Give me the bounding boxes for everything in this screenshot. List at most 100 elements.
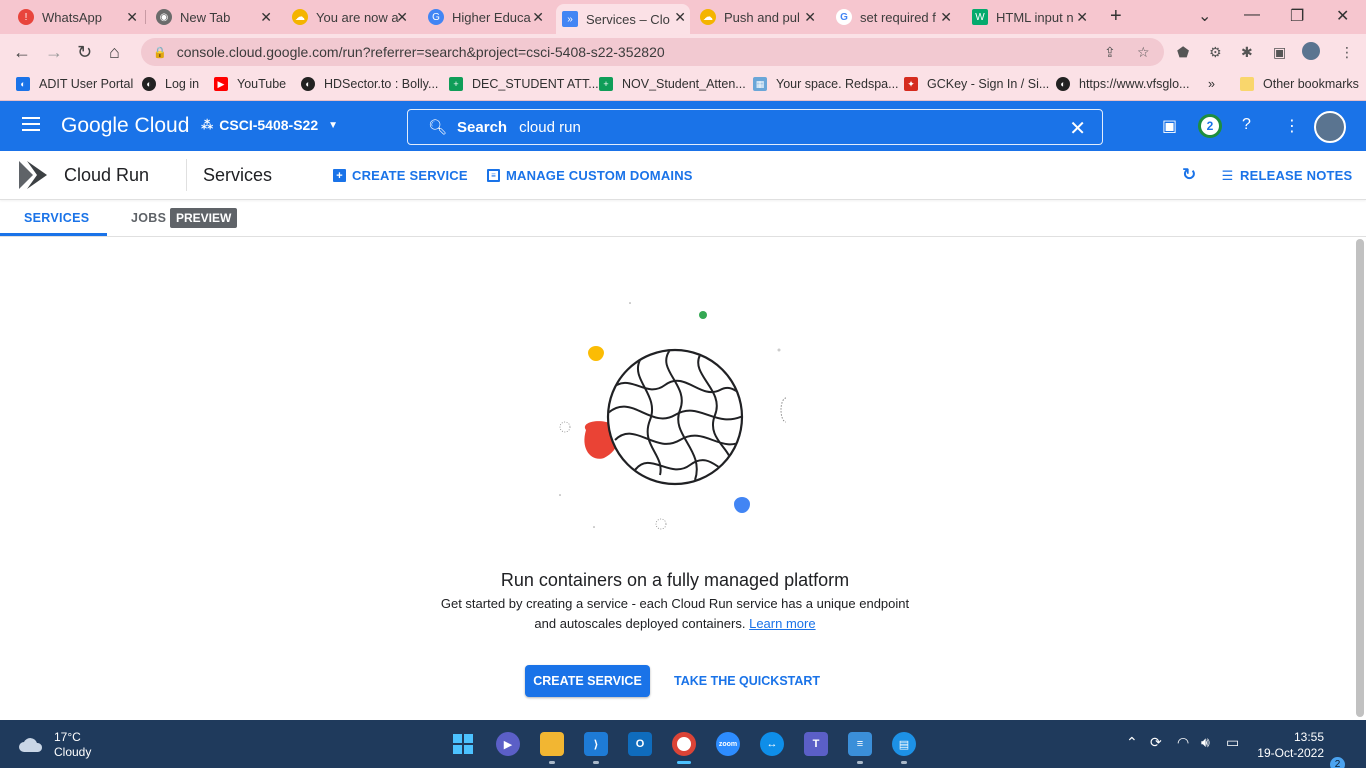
create-service-button[interactable]: CREATE SERVICE (525, 665, 650, 697)
chevron-up-icon[interactable]: ⌃ (1126, 734, 1138, 751)
cloud-shell-icon[interactable]: ▣ (1162, 116, 1177, 136)
cloud-icon (19, 738, 43, 752)
back-icon[interactable]: ← (13, 42, 31, 63)
learn-more-link[interactable]: Learn more (749, 616, 815, 631)
bookmark-hdsector[interactable]: ◐ HDSector.to : Bolly... (301, 77, 438, 91)
create-service-toolbar-button[interactable]: + CREATE SERVICE (333, 168, 468, 183)
minimize-icon[interactable]: — (1244, 6, 1260, 24)
google-icon: G (836, 9, 852, 25)
tab-services[interactable]: SERVICES (24, 211, 89, 225)
teams-chat-icon[interactable]: ▶ (496, 732, 520, 756)
close-tab-icon[interactable]: ✕ (126, 9, 138, 26)
lock-icon[interactable]: 🔒 (153, 46, 167, 59)
browser-tab-services-active[interactable]: » Services – Clo ✕ (556, 4, 690, 34)
windows-start-icon[interactable] (451, 732, 475, 756)
browser-tab-cloud-1[interactable]: ☁ You are now a ✕ (286, 4, 412, 30)
help-icon[interactable]: ? (1242, 116, 1251, 134)
battery-icon[interactable]: ▭ (1226, 734, 1239, 751)
chrome-menu-icon[interactable]: ⋮ (1340, 44, 1354, 61)
volume-icon[interactable]: 🔊︎ (1201, 734, 1210, 751)
hamburger-menu-icon[interactable] (22, 117, 40, 131)
weather-widget[interactable]: 17°C Cloudy (18, 730, 91, 760)
address-bar[interactable]: 🔒 console.cloud.google.com/run?referrer=… (141, 38, 1164, 66)
bookmark-adit[interactable]: ◐ ADIT User Portal (16, 77, 133, 91)
clock[interactable]: 13:55 19-Oct-2022 (1257, 729, 1324, 761)
search-input[interactable]: 🔍︎ Search cloud run ✕ (407, 109, 1103, 145)
tab-title: Services – Clo (586, 11, 670, 27)
browser-tab-new-tab[interactable]: ◉ New Tab ✕ (150, 4, 276, 30)
puzzle-icon[interactable]: ✱ (1241, 44, 1253, 61)
bookmarks-overflow[interactable]: » (1208, 77, 1215, 91)
bookmark-star-icon[interactable]: ☆ (1137, 44, 1150, 61)
globe-icon: ◐ (142, 77, 156, 91)
bookmark-label: Your space. Redspa... (776, 77, 899, 91)
more-options-icon[interactable]: ⋮ (1284, 116, 1300, 136)
home-icon[interactable]: ⌂ (109, 42, 120, 63)
tab-jobs[interactable]: JOBS (131, 211, 166, 225)
time: 13:55 (1293, 730, 1324, 744)
docker-icon[interactable]: ▤ (892, 732, 916, 756)
refresh-icon[interactable]: ↻ (1182, 165, 1196, 185)
bookmark-redspace[interactable]: ▦ Your space. Redspa... (753, 77, 899, 91)
bookmark-login[interactable]: ◐ Log in (142, 77, 199, 91)
browser-tab-higher-education[interactable]: G Higher Educa ✕ (422, 4, 548, 30)
temperature: 17°C (54, 730, 81, 744)
product-subheader: Cloud Run Services + CREATE SERVICE ≡ MA… (0, 151, 1366, 200)
manage-custom-domains-button[interactable]: ≡ MANAGE CUSTOM DOMAINS (487, 168, 693, 183)
other-bookmarks[interactable]: Other bookmarks (1240, 77, 1359, 91)
reload-icon[interactable]: ↻ (77, 42, 92, 63)
divider (186, 159, 187, 191)
close-tab-icon[interactable]: ✕ (260, 9, 272, 26)
close-window-icon[interactable]: ✕ (1336, 6, 1349, 26)
vscode-icon[interactable]: ⟩ (584, 732, 608, 756)
close-tab-icon[interactable]: ✕ (674, 9, 686, 26)
profile-avatar[interactable] (1302, 42, 1320, 60)
wifi-icon[interactable]: ◠ (1177, 734, 1189, 751)
description-line-1: Get started by creating a service - each… (440, 596, 910, 611)
notepad-icon[interactable]: ≡ (848, 732, 872, 756)
chevron-down-icon: ▼ (328, 119, 339, 131)
shield-extension-icon[interactable]: ⬟ (1177, 44, 1189, 61)
browser-tab-whatsapp[interactable]: ! WhatsApp ✕ (12, 4, 142, 30)
teams-icon[interactable]: T (804, 732, 828, 756)
close-tab-icon[interactable]: ✕ (1076, 9, 1088, 26)
page-scrollbar[interactable] (1356, 239, 1364, 717)
chrome-taskbar-icon[interactable] (672, 732, 696, 756)
preview-badge: PREVIEW (170, 208, 238, 228)
browser-tab-push-pull[interactable]: ☁ Push and pul ✕ (694, 4, 820, 30)
outlook-icon[interactable]: O (628, 732, 652, 756)
project-picker[interactable]: ⁂ CSCI-5408-S22 ▼ (201, 117, 338, 133)
bookmark-dec-attendance[interactable]: + DEC_STUDENT ATT... (449, 77, 599, 91)
bookmark-nov-attendance[interactable]: + NOV_Student_Atten... (599, 77, 746, 91)
restore-icon[interactable]: ❐ (1290, 6, 1304, 26)
bookmark-vfsglobal[interactable]: ◐ https://www.vfsglo... (1056, 77, 1189, 91)
bookmark-youtube[interactable]: ▶ YouTube (214, 77, 286, 91)
close-tab-icon[interactable]: ✕ (940, 9, 952, 26)
zoom-icon[interactable]: zoom (716, 732, 740, 756)
google-cloud-logo[interactable]: Google Cloud (61, 114, 189, 138)
close-tab-icon[interactable]: ✕ (532, 9, 544, 26)
close-tab-icon[interactable]: ✕ (804, 9, 816, 26)
browser-tab-set-required[interactable]: G set required f ✕ (830, 4, 956, 30)
browser-tab-html-input[interactable]: W HTML input n ✕ (966, 4, 1092, 30)
tab-search-icon[interactable]: ⌄ (1198, 6, 1211, 26)
side-panel-icon[interactable]: ▣ (1273, 44, 1286, 61)
sync-icon[interactable]: ⟳ (1150, 734, 1162, 751)
teamviewer-icon[interactable]: ↔ (760, 732, 784, 756)
forward-icon[interactable]: → (45, 42, 63, 63)
clear-search-icon[interactable]: ✕ (1069, 116, 1086, 141)
share-icon[interactable]: ⇪ (1104, 44, 1116, 61)
notifications-badge[interactable]: 2 (1198, 114, 1222, 138)
notification-count-badge[interactable]: 2 (1330, 757, 1345, 768)
bookmark-gckey[interactable]: ✦ GCKey - Sign In / Si... (904, 77, 1049, 91)
take-quickstart-button[interactable]: TAKE THE QUICKSTART (674, 674, 820, 688)
account-avatar[interactable] (1314, 111, 1346, 143)
new-tab-button[interactable]: + (1110, 5, 1122, 28)
page-title: Services (203, 165, 273, 185)
project-name: CSCI-5408-S22 (219, 117, 319, 133)
globe-icon: ◐ (16, 77, 30, 91)
file-explorer-icon[interactable] (540, 732, 564, 756)
release-notes-button[interactable]: ☰ RELEASE NOTES (1221, 168, 1352, 183)
close-tab-icon[interactable]: ✕ (396, 9, 408, 26)
extension-icon[interactable]: ⚙ (1209, 44, 1222, 61)
